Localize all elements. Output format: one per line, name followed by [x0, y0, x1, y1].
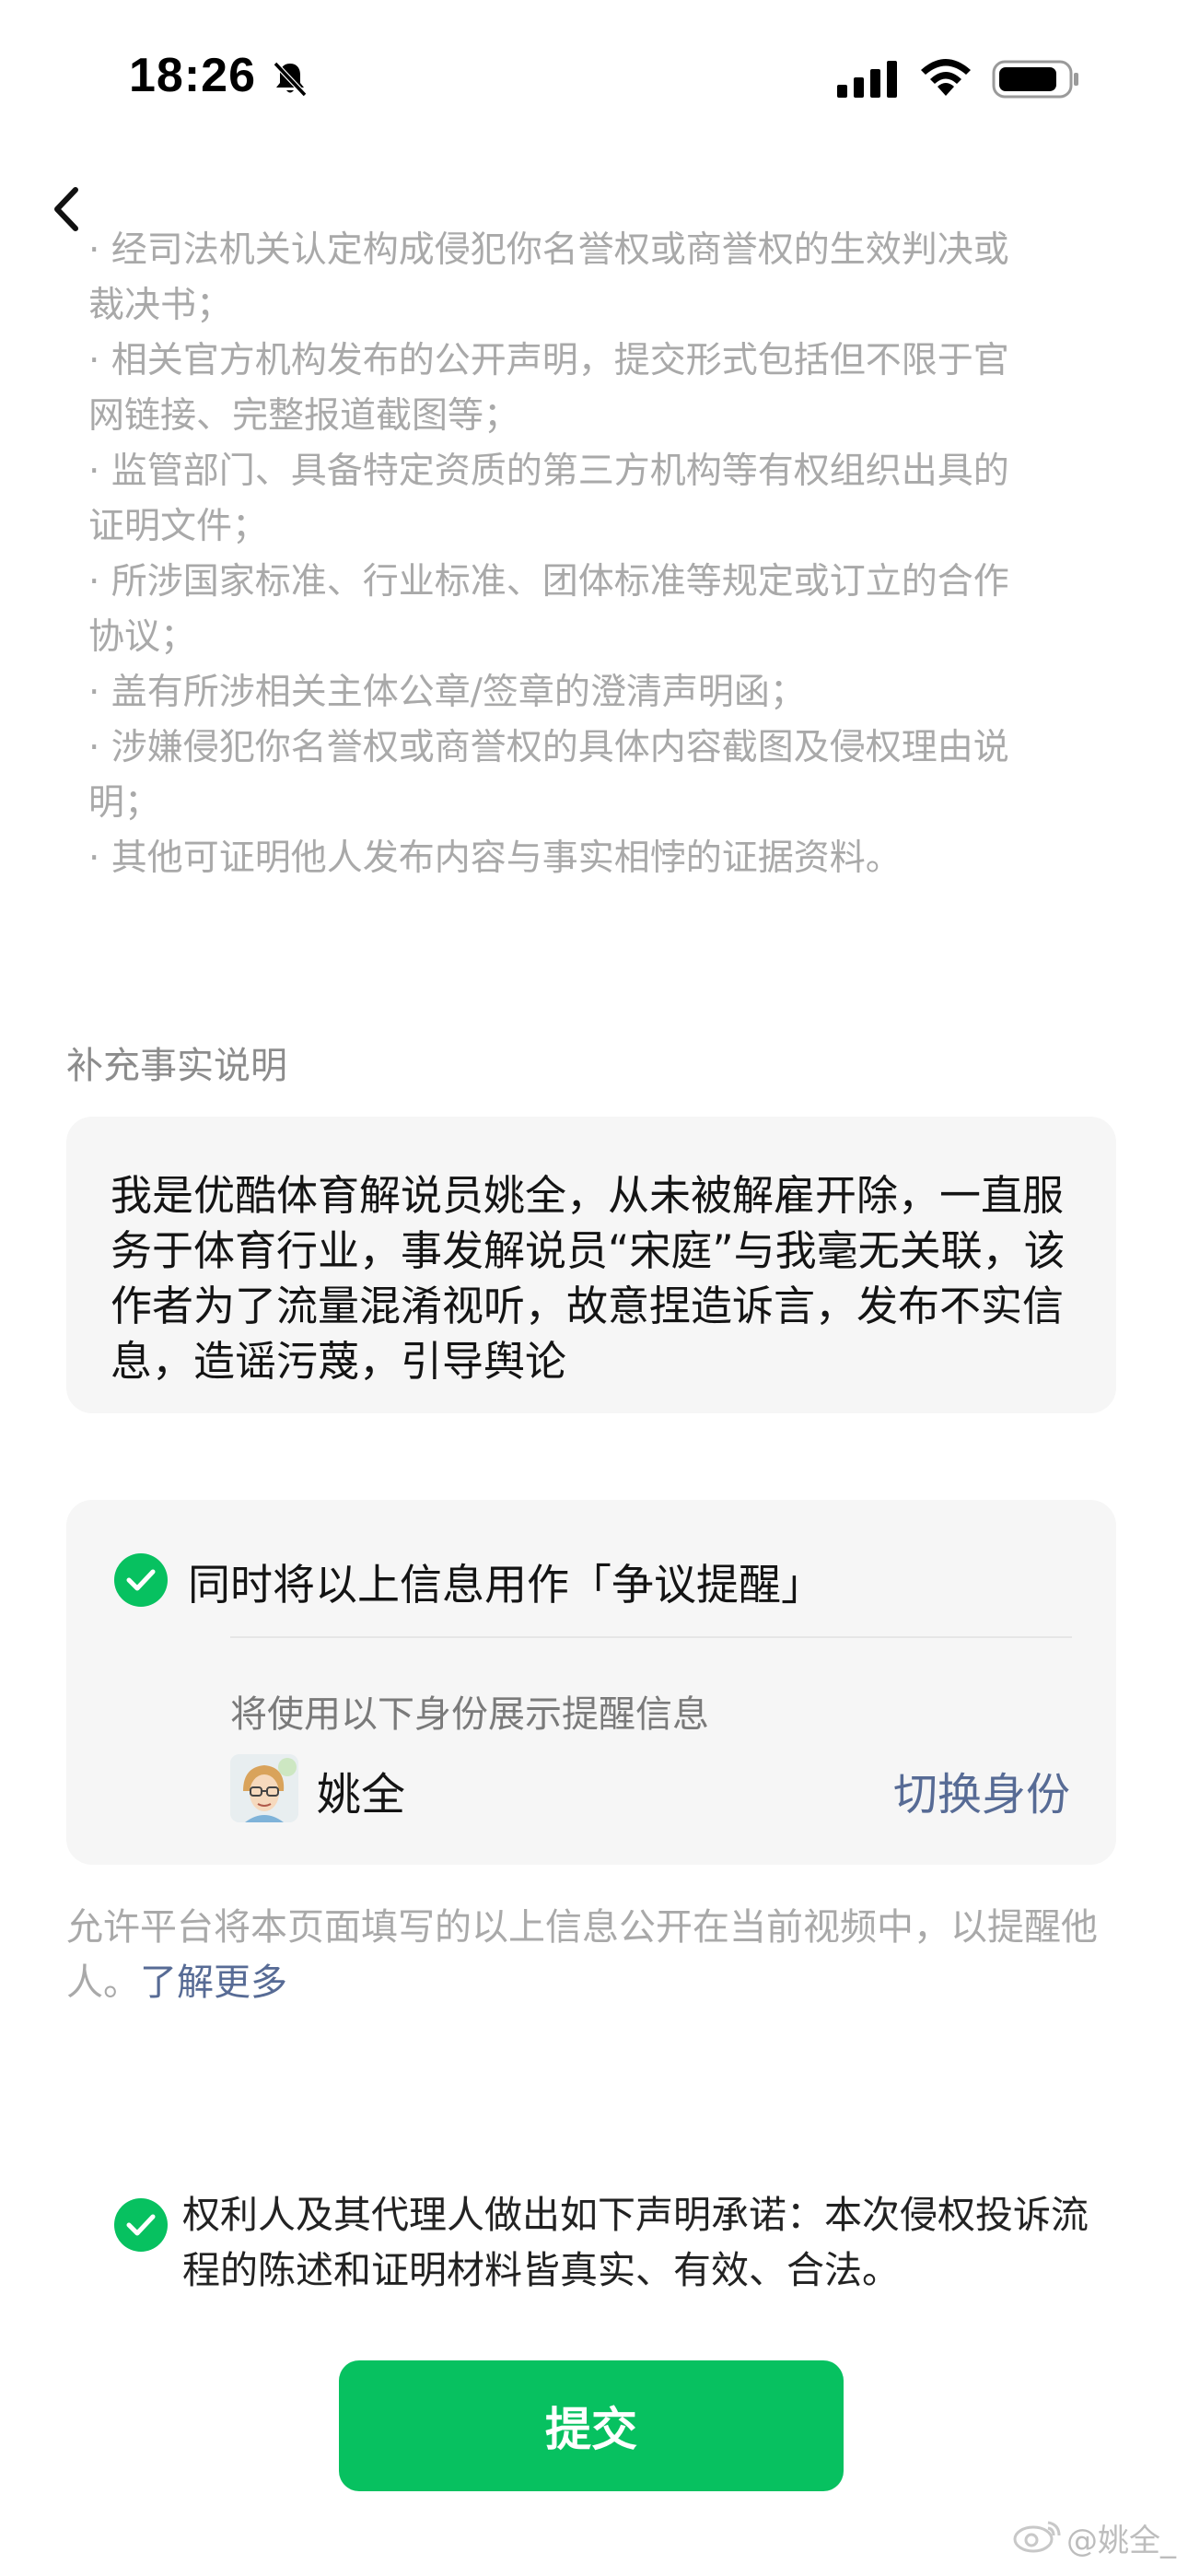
evidence-line: 裁决书；	[88, 285, 233, 326]
supplement-title: 补充事实说明	[66, 1045, 287, 1087]
avatar-image	[230, 1754, 298, 1822]
dispute-reminder-label: 同时将以上信息用作「争议提醒」	[188, 1560, 823, 1610]
weibo-icon	[1013, 2521, 1061, 2553]
cellular-signal-icon	[837, 61, 897, 98]
dispute-reminder-checkbox[interactable]	[114, 1553, 168, 1607]
dispute-reminder-card: 同时将以上信息用作「争议提醒」 将使用以下身份展示提醒信息 姚全 切换身份	[66, 1500, 1116, 1865]
switch-identity-link[interactable]: 切换身份	[893, 1758, 1070, 1822]
evidence-line: · 所涉国家标准、行业标准、团体标准等规定或订立的合作	[88, 561, 1009, 603]
battery-icon	[992, 60, 1078, 99]
evidence-line: 证明文件；	[88, 506, 269, 547]
evidence-line: · 监管部门、具备特定资质的第三方机构等有权组织出具的	[88, 451, 1009, 492]
avatar	[230, 1754, 298, 1822]
supplement-textarea[interactable]: 我是优酷体育解说员姚全，从未被解雇开除，一直服务于体育行业，事发解说员“宋庭”与…	[66, 1117, 1116, 1413]
watermark: @姚全_	[1066, 2523, 1176, 2559]
submit-button[interactable]: 提交	[339, 2360, 844, 2491]
check-icon	[126, 1569, 156, 1591]
evidence-line: · 其他可证明他人发布内容与事实相悖的证据资料。	[88, 837, 902, 879]
evidence-line: · 盖有所涉相关主体公章/签章的澄清声明函；	[88, 672, 806, 713]
supplement-text: 我是优酷体育解说员姚全，从未被解雇开除，一直服务于体育行业，事发解说员“宋庭”与…	[111, 1171, 1066, 1386]
declaration-checkbox[interactable]	[114, 2198, 168, 2252]
bell-slash-icon	[273, 61, 308, 98]
status-time: 18:26	[129, 49, 256, 102]
learn-more-link[interactable]: 了解更多	[140, 1961, 287, 2004]
evidence-list: · 经司法机关认定构成侵犯你名誉权或商誉权的生效判决或 裁决书； · 相关官方机…	[88, 229, 1111, 886]
evidence-line: · 相关官方机构发布的公开声明，提交形式包括但不限于官	[88, 340, 1009, 381]
wifi-icon	[921, 59, 971, 96]
declaration-text: 权利人及其代理人做出如下声明承诺：本次侵权投诉流程的陈述和证明材料皆真实、有效、…	[182, 2193, 1089, 2292]
evidence-line: · 经司法机关认定构成侵犯你名誉权或商誉权的生效判决或	[88, 229, 1009, 271]
evidence-line: 明；	[88, 782, 161, 824]
status-bar: 18:26	[0, 0, 1188, 157]
evidence-line: 网链接、完整报道截图等；	[88, 395, 520, 437]
check-icon	[126, 2214, 156, 2236]
evidence-line: 协议；	[88, 616, 197, 658]
evidence-line: · 涉嫌侵犯你名誉权或商誉权的具体内容截图及侵权理由说	[88, 727, 1009, 768]
divider	[230, 1636, 1072, 1638]
public-notice: 允许平台将本页面填写的以上信息公开在当前视频中，以提醒他人。了解更多	[66, 1900, 1116, 2010]
identity-name: 姚全	[317, 1769, 406, 1821]
identity-caption: 将使用以下身份展示提醒信息	[230, 1693, 709, 1736]
